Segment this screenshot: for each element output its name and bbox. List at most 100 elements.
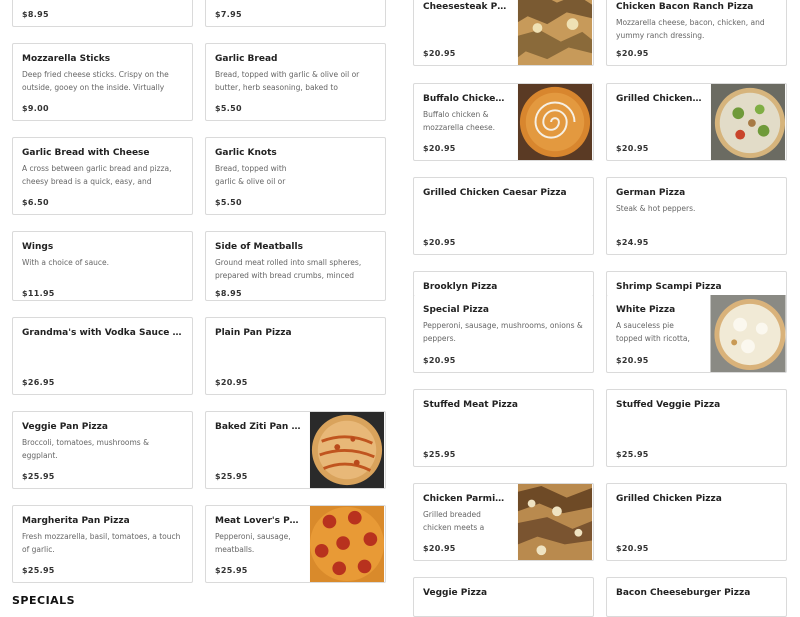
item-name: Plain Pan Pizza bbox=[215, 328, 292, 338]
menu-item-german-pizza[interactable]: German Pizza Steak & hot peppers. $24.95 bbox=[606, 177, 787, 255]
menu-item-bacon-cheeseburger-pizza[interactable]: Bacon Cheeseburger Pizza bbox=[606, 577, 787, 617]
menu-item-stuffed-veggie-pizza[interactable]: Stuffed Veggie Pizza $25.95 bbox=[606, 389, 787, 467]
menu-item-card[interactable]: $7.95 bbox=[205, 0, 386, 27]
item-price: $20.95 bbox=[423, 49, 456, 58]
menu-item-chicken-parmigiana-pizza[interactable]: Chicken Parmigiana… Grilled breaded chic… bbox=[413, 483, 594, 561]
menu-item-cheesesteak-pizza[interactable]: Cheesesteak Pizza $20.95 bbox=[413, 0, 594, 66]
item-price: $20.95 bbox=[423, 356, 456, 365]
item-name: Stuffed Veggie Pizza bbox=[616, 400, 721, 410]
menu-item-grilled-chicken-salad-pizza[interactable]: Grilled Chicken Sala… $20.95 bbox=[606, 83, 787, 161]
item-description: Grilled breaded chicken meets a delectab… bbox=[423, 510, 485, 532]
section-heading-specials: SPECIALS bbox=[12, 594, 76, 607]
menu-item-grilled-chicken-caesar-pizza[interactable]: Grilled Chicken Caesar Pizza $20.95 bbox=[413, 177, 594, 255]
item-name: Brooklyn Pizza bbox=[423, 282, 498, 292]
item-name: Grandma's with Vodka Sauce Pizza bbox=[22, 328, 184, 338]
item-price: $24.95 bbox=[616, 238, 649, 247]
menu-item-veggie-pan-pizza[interactable]: Veggie Pan Pizza Broccoli, tomatoes, mus… bbox=[12, 411, 193, 489]
item-name: Special Pizza bbox=[423, 305, 489, 315]
menu-item-baked-ziti-pan-pizza[interactable]: Baked Ziti Pan Pizza $25.95 bbox=[205, 411, 386, 489]
menu-item-side-of-meatballs[interactable]: Side of Meatballs Ground meat rolled int… bbox=[205, 231, 386, 301]
menu-item-grandmas-vodka-pizza[interactable]: Grandma's with Vodka Sauce Pizza $26.95 bbox=[12, 317, 193, 395]
item-name: Meat Lover's Pan Pizza bbox=[215, 516, 301, 526]
item-name: Veggie Pan Pizza bbox=[22, 422, 108, 432]
item-description: Mozzarella cheese, bacon, chicken, and y… bbox=[616, 18, 765, 40]
item-description: With a choice of sauce. bbox=[22, 258, 110, 267]
menu-item-wings[interactable]: Wings With a choice of sauce. $11.95 bbox=[12, 231, 193, 301]
menu-item-garlic-knots[interactable]: Garlic Knots Bread, topped with garlic &… bbox=[205, 137, 386, 215]
item-price: $25.95 bbox=[423, 450, 456, 459]
cheesesteak-pizza-photo bbox=[517, 0, 593, 65]
item-price: $5.50 bbox=[215, 104, 242, 113]
item-description: Broccoli, tomatoes, mushrooms & eggplant… bbox=[22, 438, 149, 460]
item-price: $25.95 bbox=[215, 566, 248, 575]
item-name: Grilled Chicken Caesar Pizza bbox=[423, 188, 567, 198]
item-name: White Pizza bbox=[616, 305, 676, 315]
white-pizza-photo bbox=[710, 295, 786, 372]
item-description: Fresh mozzarella, basil, tomatoes, a tou… bbox=[22, 532, 181, 554]
item-name: Grilled Chicken Sala… bbox=[616, 94, 702, 104]
item-price: $11.95 bbox=[22, 289, 55, 298]
menu-item-mozzarella-sticks[interactable]: Mozzarella Sticks Deep fried cheese stic… bbox=[12, 43, 193, 121]
item-price: $20.95 bbox=[616, 144, 649, 153]
item-price: $25.95 bbox=[616, 450, 649, 459]
item-description: Buffalo chicken & mozzarella cheese. bbox=[423, 110, 496, 132]
item-price: $7.95 bbox=[215, 10, 242, 19]
item-name: Shrimp Scampi Pizza bbox=[616, 282, 722, 292]
item-price: $20.95 bbox=[423, 144, 456, 153]
item-name: Chicken Parmigiana… bbox=[423, 494, 509, 504]
item-name: Cheesesteak Pizza bbox=[423, 2, 509, 12]
item-name: Stuffed Meat Pizza bbox=[423, 400, 518, 410]
menu-item-plain-pan-pizza[interactable]: Plain Pan Pizza $20.95 bbox=[205, 317, 386, 395]
item-description: Bread, topped with garlic & olive oil or… bbox=[215, 70, 360, 92]
item-name: Baked Ziti Pan Pizza bbox=[215, 422, 301, 432]
item-price: $25.95 bbox=[22, 566, 55, 575]
item-price: $8.95 bbox=[22, 10, 49, 19]
item-name: Grilled Chicken Pizza bbox=[616, 494, 722, 504]
item-name: Garlic Knots bbox=[215, 148, 277, 158]
meat-lovers-pizza-photo bbox=[309, 506, 385, 582]
item-description: A sauceless pie topped with ricotta, moz… bbox=[616, 321, 690, 343]
item-price: $20.95 bbox=[423, 544, 456, 553]
menu-item-chicken-bacon-ranch-pizza[interactable]: Chicken Bacon Ranch Pizza Mozzarella che… bbox=[606, 0, 787, 66]
item-description: Steak & hot peppers. bbox=[616, 204, 696, 213]
item-description: Pepperoni, sausage, mushrooms, onions & … bbox=[423, 321, 583, 343]
menu-item-garlic-bread-with-cheese[interactable]: Garlic Bread with Cheese A cross between… bbox=[12, 137, 193, 215]
menu-item-white-pizza[interactable]: White Pizza A sauceless pie topped with … bbox=[606, 295, 787, 373]
item-price: $8.95 bbox=[215, 289, 242, 298]
item-name: Margherita Pan Pizza bbox=[22, 516, 130, 526]
menu-item-garlic-bread[interactable]: Garlic Bread Bread, topped with garlic &… bbox=[205, 43, 386, 121]
item-name: Bacon Cheeseburger Pizza bbox=[616, 588, 751, 598]
chicken-parmigiana-pizza-photo bbox=[517, 484, 593, 560]
item-name: Veggie Pizza bbox=[423, 588, 488, 598]
item-price: $9.00 bbox=[22, 104, 49, 113]
item-price: $20.95 bbox=[215, 378, 248, 387]
item-description: Deep fried cheese sticks. Crispy on the … bbox=[22, 70, 169, 92]
item-price: $26.95 bbox=[22, 378, 55, 387]
item-price: $20.95 bbox=[423, 238, 456, 247]
menu-item-veggie-pizza[interactable]: Veggie Pizza bbox=[413, 577, 594, 617]
item-name: Wings bbox=[22, 242, 54, 252]
menu-item-meat-lovers-pan-pizza[interactable]: Meat Lover's Pan Pizza Pepperoni, sausag… bbox=[205, 505, 386, 583]
item-name: Mozzarella Sticks bbox=[22, 54, 111, 64]
item-description: Pepperoni, sausage, meatballs. bbox=[215, 532, 291, 554]
buffalo-chicken-pizza-photo bbox=[517, 84, 593, 160]
item-name: Chicken Bacon Ranch Pizza bbox=[616, 2, 754, 12]
baked-ziti-pizza-photo bbox=[309, 412, 385, 488]
item-price: $5.50 bbox=[215, 198, 242, 207]
item-price: $20.95 bbox=[616, 49, 649, 58]
item-price: $25.95 bbox=[215, 472, 248, 481]
item-name: Buffalo Chicken Pizza bbox=[423, 94, 509, 104]
grilled-chicken-salad-pizza-photo bbox=[710, 84, 786, 160]
item-name: Garlic Bread bbox=[215, 54, 278, 64]
menu-item-special-pizza[interactable]: Special Pizza Pepperoni, sausage, mushro… bbox=[413, 295, 594, 373]
item-description: Ground meat rolled into small spheres, p… bbox=[215, 258, 362, 280]
menu-item-card[interactable]: $8.95 bbox=[12, 0, 193, 27]
menu-item-buffalo-chicken-pizza[interactable]: Buffalo Chicken Pizza Buffalo chicken & … bbox=[413, 83, 594, 161]
menu-item-grilled-chicken-pizza[interactable]: Grilled Chicken Pizza $20.95 bbox=[606, 483, 787, 561]
item-price: $25.95 bbox=[22, 472, 55, 481]
menu-item-stuffed-meat-pizza[interactable]: Stuffed Meat Pizza $25.95 bbox=[413, 389, 594, 467]
item-name: Garlic Bread with Cheese bbox=[22, 148, 150, 158]
menu-item-margherita-pan-pizza[interactable]: Margherita Pan Pizza Fresh mozzarella, b… bbox=[12, 505, 193, 583]
item-price: $6.50 bbox=[22, 198, 49, 207]
item-name: Side of Meatballs bbox=[215, 242, 303, 252]
